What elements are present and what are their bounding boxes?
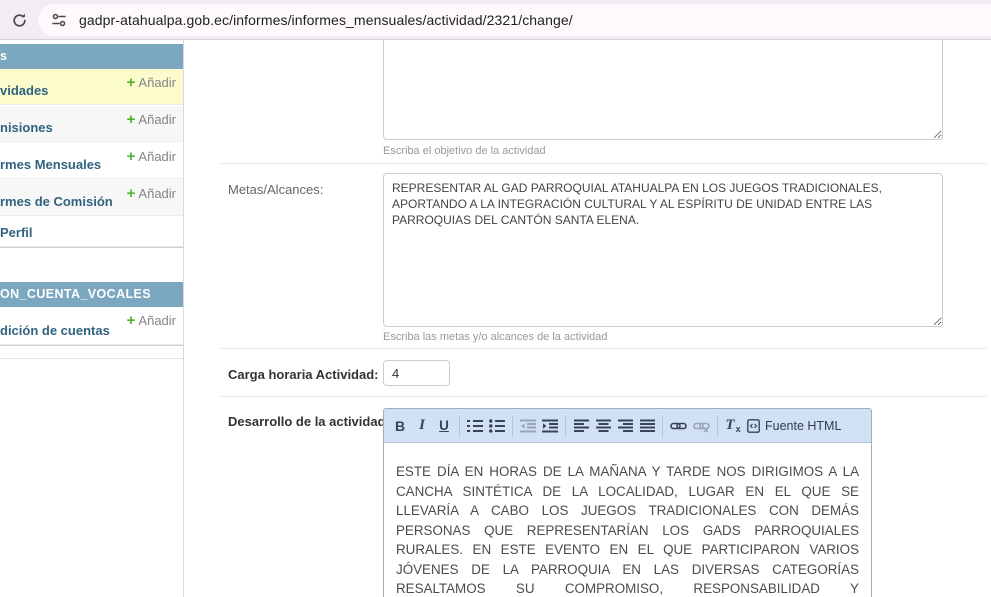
metas-label: Metas/Alcances:	[228, 182, 323, 197]
italic-button[interactable]: I	[411, 414, 433, 438]
site-settings-icon[interactable]	[51, 12, 67, 28]
toolbar-separator	[459, 415, 460, 437]
form-row-divider	[220, 348, 987, 349]
add-rendicion-link[interactable]: +Añadir	[127, 312, 176, 329]
rich-text-editor: B I U	[383, 408, 872, 597]
add-informe-comision-link[interactable]: +Añadir	[127, 185, 176, 202]
unlink-button[interactable]	[690, 414, 713, 438]
sidebar: s +Añadir vidades +Añadir nisiones +Añad…	[0, 40, 184, 597]
sidebar-section-header-informes: s	[0, 44, 183, 69]
decrease-indent-button[interactable]	[517, 414, 539, 438]
sidebar-item-perfil[interactable]: Perfil	[0, 217, 183, 247]
align-center-button[interactable]	[592, 414, 614, 438]
form-row-divider	[220, 163, 987, 164]
url-text: gadpr-atahualpa.gob.ec/informes/informes…	[79, 12, 573, 28]
browser-toolbar: gadpr-atahualpa.gob.ec/informes/informes…	[0, 0, 991, 40]
sidebar-item-informes-de-comision[interactable]: +Añadir rmes de Comisión	[0, 180, 183, 216]
change-form: Escriba el objetivo de la actividad Meta…	[184, 40, 991, 597]
plus-icon: +	[127, 185, 136, 202]
bold-button[interactable]: B	[389, 414, 411, 438]
objetivo-textarea[interactable]	[383, 40, 943, 140]
metas-textarea[interactable]: REPRESENTAR AL GAD PARROQUIAL ATAHUALPA …	[383, 173, 943, 327]
bulleted-list-button[interactable]	[486, 414, 508, 438]
underline-button[interactable]: U	[433, 414, 455, 438]
module-divider	[0, 247, 183, 248]
url-bar[interactable]: gadpr-atahualpa.gob.ec/informes/informes…	[38, 4, 991, 36]
toolbar-separator	[662, 415, 663, 437]
admin-page: s +Añadir vidades +Añadir nisiones +Añad…	[0, 40, 991, 597]
toolbar-separator	[512, 415, 513, 437]
link-button[interactable]	[667, 414, 690, 438]
sidebar-item-comisiones[interactable]: +Añadir nisiones	[0, 106, 183, 142]
plus-icon: +	[127, 111, 136, 128]
form-row-divider	[220, 396, 987, 397]
add-actividad-link[interactable]: +Añadir	[127, 74, 176, 91]
module-divider	[0, 345, 183, 346]
editor-toolbar: B I U	[384, 409, 871, 443]
sidebar-item-actividades[interactable]: +Añadir vidades	[0, 69, 183, 105]
objetivo-help: Escriba el objetivo de la actividad	[383, 145, 546, 157]
desarrollo-label: Desarrollo de la actividad:	[228, 414, 390, 429]
source-button[interactable]: Fuente HTML	[744, 414, 844, 438]
increase-indent-button[interactable]	[539, 414, 561, 438]
sidebar-section-header-rendicion: ON_CUENTA_VOCALES	[0, 282, 183, 307]
plus-icon: +	[127, 312, 136, 329]
remove-format-button[interactable]: Tx	[722, 414, 744, 438]
sidebar-item-informes-mensuales[interactable]: +Añadir rmes Mensuales	[0, 143, 183, 179]
reload-icon[interactable]	[8, 9, 30, 31]
add-comision-link[interactable]: +Añadir	[127, 111, 176, 128]
numbered-list-button[interactable]	[464, 414, 486, 438]
justify-button[interactable]	[636, 414, 658, 438]
align-left-button[interactable]	[570, 414, 592, 438]
add-informe-mensual-link[interactable]: +Añadir	[127, 148, 176, 165]
toolbar-separator	[717, 415, 718, 437]
sidebar-item-rendicion-de-cuentas[interactable]: +Añadir dición de cuentas	[0, 307, 183, 345]
toolbar-separator	[565, 415, 566, 437]
plus-icon: +	[127, 148, 136, 165]
align-right-button[interactable]	[614, 414, 636, 438]
metas-help: Escriba las metas y/o alcances de la act…	[383, 331, 607, 343]
plus-icon: +	[127, 74, 136, 91]
sidebar-divider	[0, 358, 183, 359]
source-icon	[747, 419, 760, 433]
desarrollo-editor-content[interactable]: ESTE DÍA EN HORAS DE LA MAÑANA Y TARDE N…	[384, 443, 871, 597]
carga-horaria-input[interactable]	[383, 360, 450, 386]
carga-horaria-label: Carga horaria Actividad:	[228, 367, 379, 382]
